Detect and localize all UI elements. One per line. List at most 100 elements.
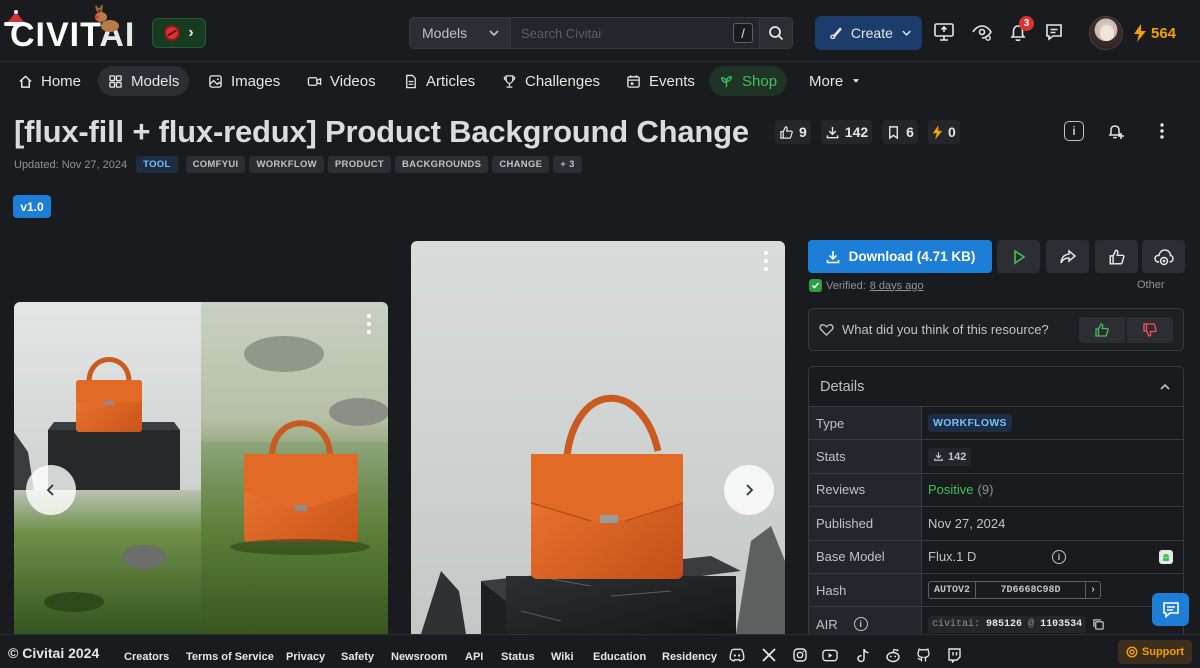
nav-label: More xyxy=(809,72,844,90)
buzz-balance[interactable]: 564 xyxy=(1133,24,1176,42)
tag-chip[interactable]: WORKFLOW xyxy=(249,156,324,173)
discord-icon[interactable] xyxy=(729,647,745,663)
footer-link[interactable]: Wiki xyxy=(551,651,574,663)
instagram-icon[interactable] xyxy=(792,647,808,663)
model-stats: 9 142 6 0 xyxy=(775,120,960,144)
footer-link[interactable]: Safety xyxy=(341,651,374,663)
thumbs-up-icon xyxy=(1095,323,1109,337)
tiktok-icon[interactable] xyxy=(855,647,871,663)
feedback-dislike-button[interactable] xyxy=(1127,317,1173,343)
details-row-air: AIR i civitai: 985126 @ 1103534 xyxy=(809,607,1183,635)
more-tags-chip[interactable]: + 3 xyxy=(553,156,582,173)
share-button[interactable] xyxy=(1046,240,1089,273)
gallery-image-main[interactable] xyxy=(411,241,785,634)
twitch-icon[interactable] xyxy=(946,647,962,663)
notify-button[interactable] xyxy=(1097,112,1135,150)
tag-chip[interactable]: PRODUCT xyxy=(327,156,391,173)
gallery-image-composite[interactable] xyxy=(14,302,388,634)
bookmark-icon xyxy=(889,125,899,140)
civitai-logo[interactable]: CIVITAI xyxy=(4,4,145,54)
hash-selector[interactable]: AUTOV2 7D6668C98D › xyxy=(928,581,1102,600)
cloud-save-button[interactable] xyxy=(1142,240,1185,273)
chat-icon xyxy=(1046,24,1062,41)
search-button[interactable] xyxy=(759,18,792,48)
copy-icon[interactable] xyxy=(1092,618,1105,631)
nav-item-models[interactable]: Models xyxy=(98,66,190,96)
type-badge: WORKFLOWS xyxy=(928,414,1012,433)
search-scope-select[interactable]: Models xyxy=(410,18,511,48)
footer-link[interactable]: Newsroom xyxy=(391,651,447,663)
main-nav: Home Models Images Videos Articles Chall… xyxy=(0,62,1200,102)
info-icon: i xyxy=(1064,121,1084,141)
details-header[interactable]: Details xyxy=(809,367,1183,407)
more-options-button[interactable] xyxy=(1143,112,1181,150)
details-label: Type xyxy=(809,407,922,440)
chat-assistant-button[interactable] xyxy=(1152,593,1189,626)
feedback-like-button[interactable] xyxy=(1079,317,1125,343)
carousel-next-button[interactable] xyxy=(724,465,774,515)
carousel-prev-button[interactable] xyxy=(26,465,76,515)
support-icon xyxy=(1126,646,1138,658)
create-label: Create xyxy=(850,25,893,41)
search-icon xyxy=(769,26,784,41)
nav-item-articles[interactable]: Articles xyxy=(393,66,485,96)
nav-item-images[interactable]: Images xyxy=(198,66,290,96)
downloads-badge: 142 xyxy=(928,447,972,466)
info-icon[interactable]: i xyxy=(853,617,868,632)
chat-icon xyxy=(1162,601,1179,618)
nav-item-videos[interactable]: Videos xyxy=(297,66,386,96)
github-icon[interactable] xyxy=(915,647,931,663)
like-button[interactable] xyxy=(1095,240,1138,273)
nav-item-events[interactable]: Events xyxy=(616,66,705,96)
content-filter-button[interactable] xyxy=(970,20,994,44)
create-button[interactable]: Create xyxy=(815,16,922,50)
tag-chip[interactable]: COMFYUI xyxy=(185,156,246,173)
reddit-icon[interactable] xyxy=(885,647,901,663)
hash-type[interactable]: AUTOV2 xyxy=(929,582,977,599)
messages-button[interactable] xyxy=(1042,20,1066,44)
version-v1-button[interactable]: v1.0 xyxy=(13,195,51,218)
kebab-menu-icon xyxy=(1160,123,1164,139)
nav-item-home[interactable]: Home xyxy=(8,66,91,96)
nav-item-more[interactable]: More xyxy=(799,66,871,96)
footer-link[interactable]: Status xyxy=(501,651,535,663)
caret-down-icon xyxy=(853,79,860,83)
product-collage-image xyxy=(14,302,388,634)
thumbs-up-icon xyxy=(1109,249,1125,264)
top-header: CIVITAI › Models / Create 3 xyxy=(0,0,1200,62)
nav-item-challenges[interactable]: Challenges xyxy=(492,66,610,96)
nav-item-shop[interactable]: Shop xyxy=(709,66,788,96)
downloads-value: 142 xyxy=(948,450,967,463)
footer-link[interactable]: Creators xyxy=(124,651,169,663)
air-prefix: civitai: xyxy=(932,618,981,630)
document-icon xyxy=(406,74,416,88)
nav-label: Home xyxy=(41,72,82,90)
youtube-icon[interactable] xyxy=(822,647,838,663)
footer-link[interactable]: API xyxy=(465,651,483,663)
upload-monitor-button[interactable] xyxy=(932,20,956,44)
info-icon[interactable]: i xyxy=(1052,549,1066,564)
tag-chip[interactable]: CHANGE xyxy=(492,156,550,173)
holiday-promo-button[interactable]: › xyxy=(152,18,206,48)
user-avatar[interactable] xyxy=(1089,16,1123,50)
type-tag[interactable]: TOOL xyxy=(136,156,178,173)
reviews-link[interactable]: Positive (9) xyxy=(922,474,1183,506)
hash-value[interactable]: 7D6668C98D xyxy=(976,582,1087,599)
footer-link[interactable]: Education xyxy=(593,651,646,663)
chevron-right-icon[interactable]: › xyxy=(1086,582,1100,598)
search-input[interactable] xyxy=(511,18,759,48)
tag-chip[interactable]: BACKGROUNDS xyxy=(395,156,489,173)
image-menu-icon[interactable] xyxy=(763,251,769,271)
run-button[interactable] xyxy=(997,240,1040,273)
footer-link[interactable]: Residency xyxy=(662,651,717,663)
footer-link[interactable]: Terms of Service xyxy=(186,651,274,663)
image-menu-icon[interactable] xyxy=(366,314,372,334)
download-icon xyxy=(826,126,839,138)
footer-link[interactable]: Privacy xyxy=(286,651,325,663)
verified-date-link[interactable]: 8 days ago xyxy=(870,280,924,292)
info-button[interactable]: i xyxy=(1055,112,1093,150)
details-row-stats: Stats 142 xyxy=(809,440,1183,474)
download-button[interactable]: Download (4.71 KB) xyxy=(808,240,992,273)
x-icon[interactable] xyxy=(761,647,777,663)
support-button[interactable]: Support xyxy=(1118,640,1192,664)
